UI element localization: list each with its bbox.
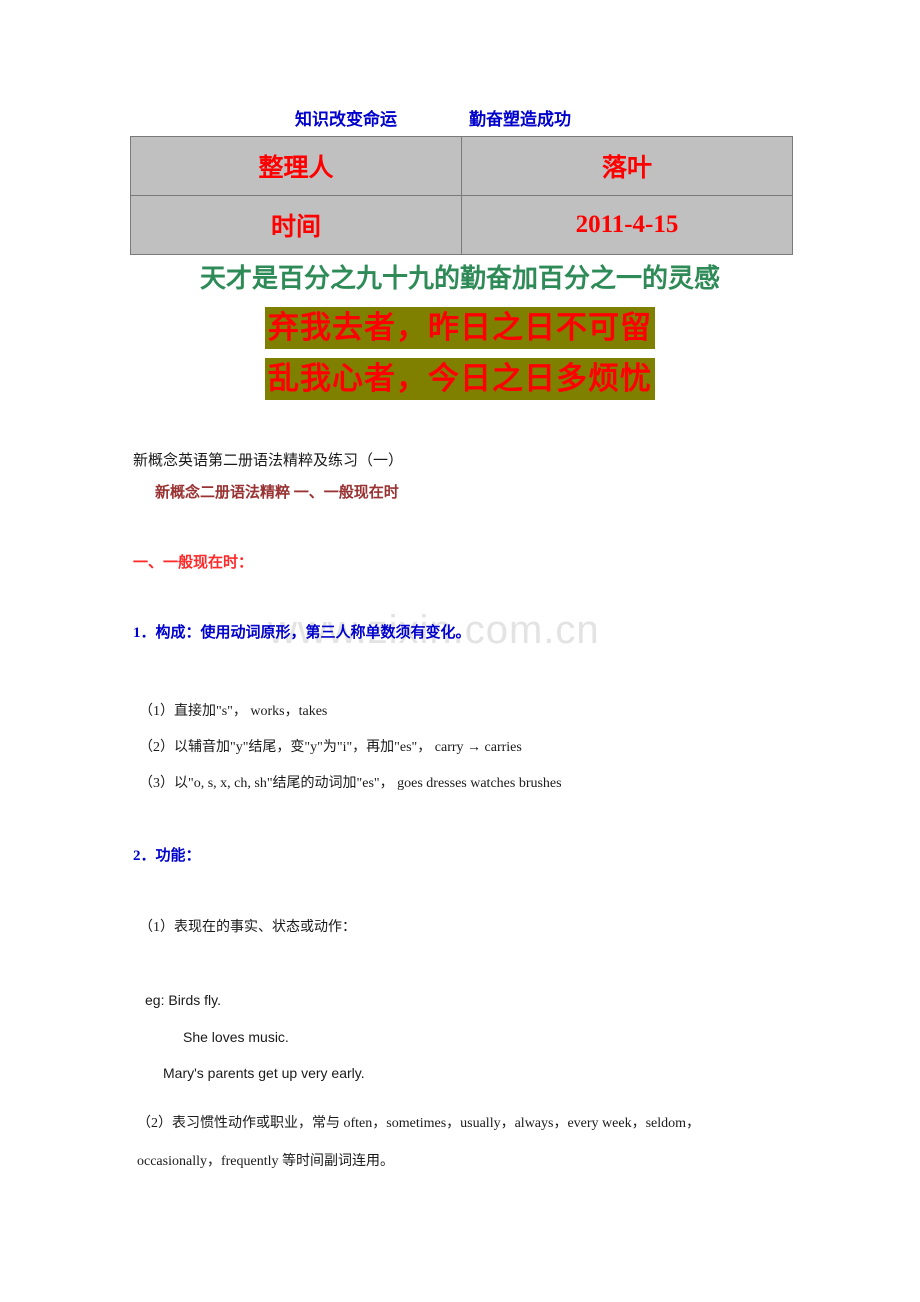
function-item-2-line-2: occasionally，frequently 等时间副词连用。 [137, 1154, 395, 1169]
couplet-line-2: 乱我心者，今日之日多烦忧 [130, 358, 790, 406]
table-row: 时间 2011-4-15 [130, 195, 793, 255]
function-item-2: （2）表习惯性动作或职业，常与 often，sometimes，usually，… [137, 1105, 777, 1181]
green-quote: 天才是百分之九十九的勤奋加百分之一的灵感 [199, 264, 720, 293]
info-value-date: 2011-4-15 [461, 195, 793, 255]
function-item-2-line-1: （2）表习惯性动作或职业，常与 often，sometimes，usually，… [137, 1116, 701, 1131]
example-sentence-2: She loves music. [183, 1029, 289, 1045]
section-heading-simple-present: 一、一般现在时： [133, 555, 254, 571]
subheading-construction: 1．构成：使用动词原形，第三人称单数须有变化。 [133, 625, 471, 641]
info-value-compiler: 落叶 [461, 136, 793, 196]
header-motto-row: 知识改变命运 勤奋塑造成功 [130, 110, 790, 136]
info-label-date: 时间 [130, 195, 462, 255]
motto-left: 知识改变命运 [295, 110, 397, 129]
subheading-function: 2．功能： [133, 848, 201, 864]
construct-rule-2: （2）以辅音加"y"结尾，变"y"为"i"，再加"es"， carry → ca… [139, 740, 522, 755]
couplet-line-1: 弃我去者，昨日之日不可留 [130, 307, 790, 355]
construct-rule-1: （1）直接加"s"， works，takes [139, 704, 328, 719]
function-item-1: （1）表现在的事实、状态或动作： [139, 920, 356, 935]
construct-rule-3: （3）以"o, s, x, ch, sh"结尾的动词加"es"， goes dr… [139, 776, 562, 791]
document-page: 知识改变命运 勤奋塑造成功 整理人 落叶 时间 2011-4-15 天才是百分之… [0, 0, 920, 1302]
motto-right: 勤奋塑造成功 [469, 110, 571, 129]
couplet-line-1-text: 弃我去者，昨日之日不可留 [265, 307, 655, 349]
table-row: 整理人 落叶 [130, 136, 793, 196]
document-subtitle: 新概念二册语法精粹 一、一般现在时 [155, 485, 399, 501]
document-title: 新概念英语第二册语法精粹及练习（一） [133, 453, 404, 469]
info-table: 整理人 落叶 时间 2011-4-15 [130, 136, 793, 255]
example-sentence-1: eg: Birds fly. [145, 992, 221, 1008]
example-sentence-3: Mary's parents get up very early. [163, 1065, 365, 1081]
couplet-block: 弃我去者，昨日之日不可留 乱我心者，今日之日多烦忧 [130, 307, 790, 406]
couplet-line-2-text: 乱我心者，今日之日多烦忧 [265, 358, 655, 400]
info-label-compiler: 整理人 [130, 136, 462, 196]
